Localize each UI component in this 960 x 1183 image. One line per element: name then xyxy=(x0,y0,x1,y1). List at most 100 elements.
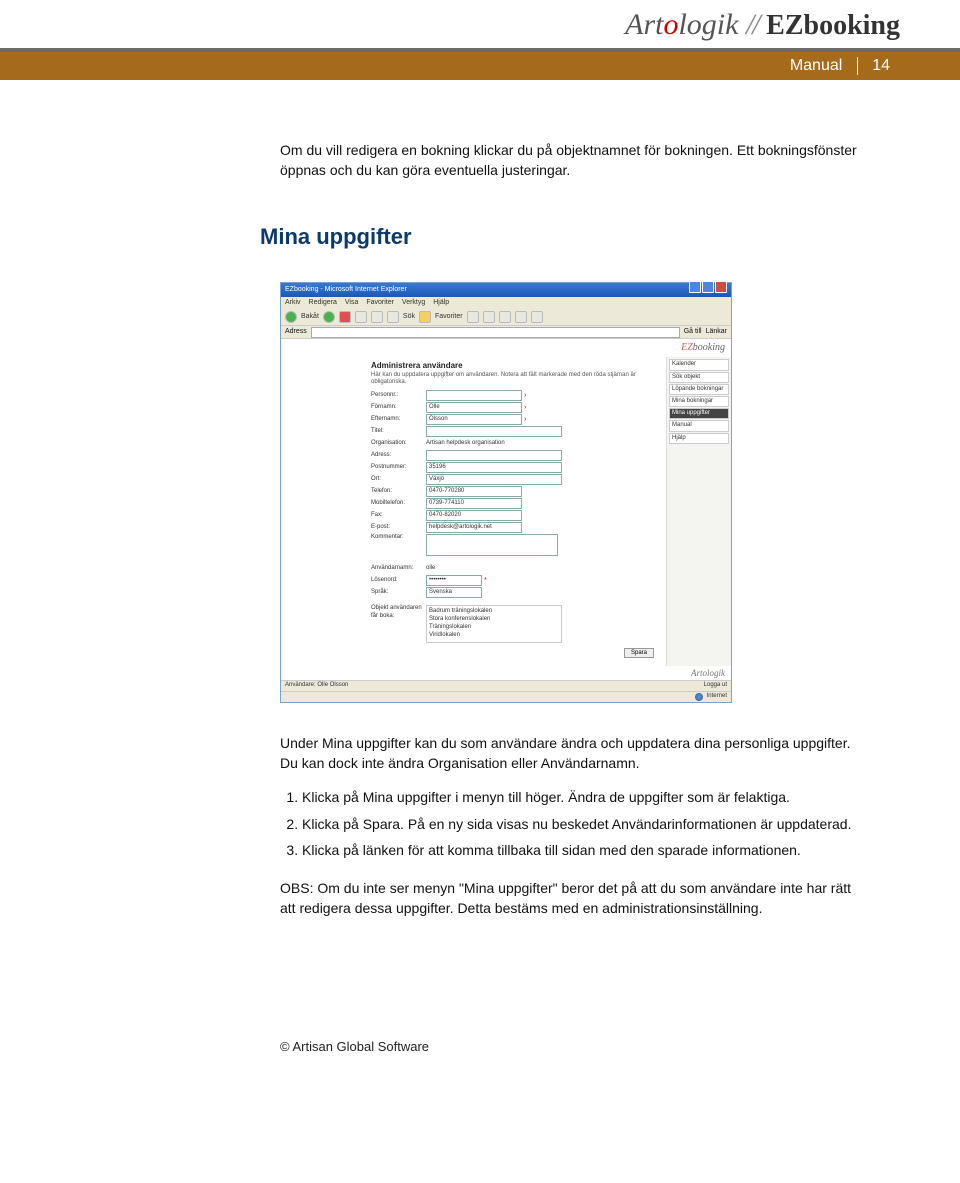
close-icon[interactable] xyxy=(715,281,727,293)
titel-field[interactable] xyxy=(426,426,562,437)
fax-field[interactable]: 0470-82020 xyxy=(426,510,522,521)
mobiltelefon-field[interactable]: 0739-774110 xyxy=(426,498,522,509)
address-label: Adress xyxy=(285,328,307,336)
logo-text-1: Art xyxy=(625,8,663,41)
address-bar: Adress Gå till Länkar xyxy=(281,326,731,339)
favorites-icon[interactable] xyxy=(419,311,431,323)
browser-toolbar: Bakåt Sök Favoriter xyxy=(281,309,731,326)
sidebar-item-mina-uppgifter[interactable]: Mina uppgifter xyxy=(669,408,729,419)
kommentar-field[interactable] xyxy=(426,534,558,556)
minimize-icon[interactable] xyxy=(689,281,701,293)
brand-logo: Artologik // EZbooking xyxy=(625,8,900,42)
page-number: 14 xyxy=(872,57,890,74)
menu-item[interactable]: Hjälp xyxy=(433,299,449,306)
postnummer-field[interactable]: 35196 xyxy=(426,462,562,473)
sidebar-item-sok-objekt[interactable]: Sök objekt xyxy=(669,372,729,383)
logo-bar: Artologik // EZbooking xyxy=(0,0,960,42)
organisation-label: Organisation: xyxy=(371,440,426,447)
fax-label: Fax: xyxy=(371,512,426,519)
sidebar-item-kalender[interactable]: Kalender xyxy=(669,359,729,370)
list-item: Stora konferenslokalen xyxy=(429,616,559,624)
save-button[interactable]: Spara xyxy=(624,648,654,658)
browser-status-bar: Internet xyxy=(281,691,731,702)
favorites-label: Favoriter xyxy=(435,313,463,321)
losenord-field[interactable]: •••••••• xyxy=(426,575,482,586)
step-item: Klicka på länken för att komma tillbaka … xyxy=(302,840,860,860)
step-item: Klicka på Mina uppgifter i menyn till hö… xyxy=(302,787,860,807)
menu-item[interactable]: Redigera xyxy=(309,299,337,306)
logo-slashes: // xyxy=(746,8,759,41)
tool-icon[interactable] xyxy=(531,311,543,323)
kommentar-label: Kommentar: xyxy=(371,534,426,541)
epost-field[interactable]: helpdesk@artologik.net xyxy=(426,522,522,533)
efternamn-field[interactable]: Olsson xyxy=(426,414,522,425)
sprak-label: Språk: xyxy=(371,589,426,596)
efternamn-label: Efternamn: xyxy=(371,416,426,423)
back-icon[interactable] xyxy=(285,311,297,323)
losenord-label: Lösenord: xyxy=(371,577,426,584)
window-buttons[interactable] xyxy=(688,281,727,299)
browser-menu[interactable]: Arkiv Redigera Visa Favoriter Verktyg Hj… xyxy=(281,297,731,309)
side-menu: Kalender Sök objekt Löpande bokningar Mi… xyxy=(666,357,731,665)
status-zone: Internet xyxy=(707,693,727,701)
sidebar-item-manual[interactable]: Manual xyxy=(669,420,729,431)
page-footer: © Artisan Global Software xyxy=(0,1019,960,1084)
adress-field[interactable] xyxy=(426,450,562,461)
embedded-screenshot: EZbooking - Microsoft Internet Explorer … xyxy=(280,282,732,702)
sprak-select[interactable]: Svenska xyxy=(426,587,482,598)
titel-label: Titel: xyxy=(371,428,426,435)
intro-paragraph: Om du vill redigera en bokning klickar d… xyxy=(280,140,860,181)
objects-list: Badrum träningslokalen Stora konferenslo… xyxy=(426,605,562,642)
search-icon[interactable] xyxy=(387,311,399,323)
sidebar-item-mina-bokningar[interactable]: Mina bokningar xyxy=(669,396,729,407)
maximize-icon[interactable] xyxy=(702,281,714,293)
tool-icon[interactable] xyxy=(499,311,511,323)
refresh-icon[interactable] xyxy=(355,311,367,323)
required-icon: * xyxy=(484,577,487,585)
menu-item[interactable]: Arkiv xyxy=(285,299,301,306)
home-icon[interactable] xyxy=(371,311,383,323)
form-heading: Administrera användare xyxy=(371,361,660,371)
form-area: Administrera användare Här kan du uppdat… xyxy=(281,357,666,665)
window-titlebar: EZbooking - Microsoft Internet Explorer xyxy=(281,283,731,297)
personnr-label: Personnr.: xyxy=(371,392,426,399)
list-item: Träningslokalen xyxy=(429,624,559,632)
telefon-field[interactable]: 0470-770280 xyxy=(426,486,522,497)
required-icon: › xyxy=(524,392,526,400)
sidebar-item-lopande[interactable]: Löpande bokningar xyxy=(669,384,729,395)
logo-ezbooking: EZbooking xyxy=(766,10,900,41)
anvandarnamn-label: Användarnamn: xyxy=(371,565,426,572)
ort-field[interactable]: Växjö xyxy=(426,474,562,485)
mobiltelefon-label: Mobiltelefon: xyxy=(371,500,426,507)
address-input[interactable] xyxy=(311,327,680,338)
forward-icon[interactable] xyxy=(323,311,335,323)
fornamn-field[interactable]: Olle xyxy=(426,402,522,413)
required-icon: › xyxy=(524,416,526,424)
list-item: Viridlokalen xyxy=(429,632,559,640)
menu-item[interactable]: Visa xyxy=(345,299,359,306)
stop-icon[interactable] xyxy=(339,311,351,323)
organisation-value: Artisan helpdesk organisation xyxy=(426,440,505,447)
personnr-field[interactable] xyxy=(426,390,522,401)
search-label: Sök xyxy=(403,313,415,321)
steps-list: Klicka på Mina uppgifter i menyn till hö… xyxy=(284,787,860,860)
tool-icon[interactable] xyxy=(483,311,495,323)
tool-icon[interactable] xyxy=(467,311,479,323)
sidebar-item-hjalp[interactable]: Hjälp xyxy=(669,433,729,444)
app-status-bar: Användare: Olle Olsson Logga ut xyxy=(281,680,731,690)
epost-label: E-post: xyxy=(371,524,426,531)
go-button[interactable]: Gå till xyxy=(684,328,702,336)
globe-icon xyxy=(695,693,703,701)
adress-label: Adress: xyxy=(371,452,426,459)
form-subtitle: Här kan du uppdatera uppgifter om använd… xyxy=(371,372,660,386)
app-logo: EZbooking xyxy=(281,339,731,357)
links-label[interactable]: Länkar xyxy=(706,328,727,336)
back-label: Bakåt xyxy=(301,313,319,321)
menu-item[interactable]: Favoriter xyxy=(366,299,394,306)
header-label: Manual xyxy=(790,57,842,74)
menu-item[interactable]: Verktyg xyxy=(402,299,425,306)
para-under: Under Mina uppgifter kan du som användar… xyxy=(280,733,860,774)
app-footer-logo: Artologik xyxy=(281,666,731,681)
logout-link[interactable]: Logga ut xyxy=(704,682,727,689)
tool-icon[interactable] xyxy=(515,311,527,323)
